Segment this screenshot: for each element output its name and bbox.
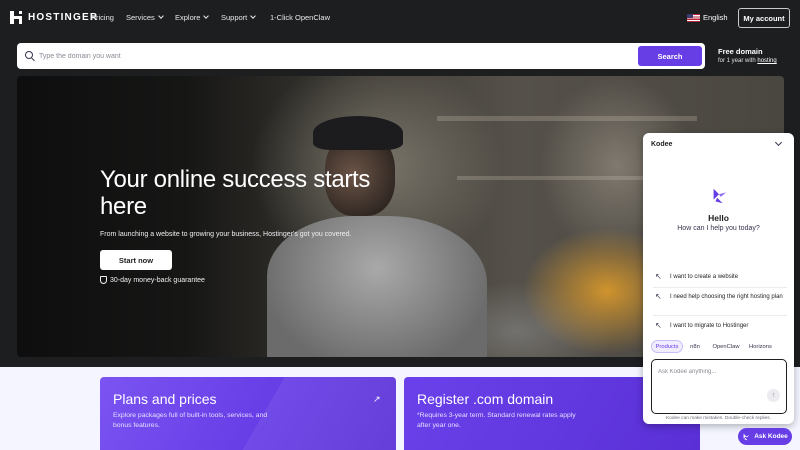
suggestion-create-website[interactable]: ↖ I want to create a website <box>653 272 787 282</box>
nav-item-label: 1-Click OpenClaw <box>270 13 331 22</box>
hostinger-logo-icon <box>10 11 22 24</box>
arrow-up-left-icon: ↖ <box>655 292 662 301</box>
chat-input[interactable] <box>658 366 768 378</box>
nav-item-label: Support <box>221 13 248 22</box>
chevron-down-icon[interactable] <box>774 138 783 147</box>
nav-item-services[interactable]: Services <box>126 13 164 22</box>
chip-n8n[interactable]: n8n <box>687 340 703 353</box>
send-button[interactable]: ↑ <box>767 389 780 402</box>
arrow-up-right-icon: ↗ <box>373 394 381 404</box>
ask-kodee-label: Ask Kodee <box>754 433 788 440</box>
hero-title: Your online success starts here <box>100 166 371 220</box>
card-text: *Requires 3-year term. Standard renewal … <box>417 412 576 429</box>
logo-wordmark: HOSTINGER <box>28 12 99 23</box>
language-label: English <box>703 13 728 22</box>
hostinger-logo[interactable]: HOSTINGER <box>10 11 98 24</box>
chat-question: How can I help you today? <box>677 225 760 232</box>
domain-search-input[interactable] <box>39 49 629 63</box>
kodee-chat-panel: Kodee Hello How can I help you today? ↖ … <box>643 133 794 424</box>
suggestion-choose-hosting[interactable]: ↖ I need help choosing the right hosting… <box>653 292 787 302</box>
suggestion-label: I need help choosing the right hosting p… <box>670 294 783 300</box>
chip-products[interactable]: Products <box>651 340 683 353</box>
chevron-down-icon <box>157 13 164 19</box>
card-title: Plans and prices <box>113 391 217 407</box>
suggestion-label: I want to create a website <box>670 274 739 280</box>
my-account-button[interactable]: My account <box>738 8 790 28</box>
hero-background-shelf <box>437 116 697 121</box>
hero-subtitle: From launching a website to growing your… <box>100 231 352 238</box>
free-domain-title: Free domain <box>718 47 763 56</box>
chevron-down-icon <box>203 13 210 19</box>
language-selector[interactable]: English <box>687 13 728 22</box>
search-icon <box>25 51 33 59</box>
guarantee-text: 30-day money-back guarantee <box>110 276 205 284</box>
search-button[interactable]: Search <box>638 46 702 66</box>
free-domain-text: for 1 year with hosting <box>718 58 777 64</box>
nav-item-pricing[interactable]: Pricing <box>91 13 114 22</box>
plans-and-prices-card[interactable]: Plans and prices Explore packages full o… <box>100 377 396 450</box>
chip-openclaw[interactable]: OpenClaw <box>709 340 743 353</box>
kodee-logo-icon <box>743 433 750 440</box>
divider <box>653 315 787 316</box>
chat-greeting: Hello <box>708 213 729 223</box>
suggestion-migrate[interactable]: ↖ I want to migrate to Hostinger <box>653 321 787 331</box>
nav-item-label: Services <box>126 13 155 22</box>
free-domain-desc: for 1 year with <box>718 58 756 64</box>
nav-item-openclaw[interactable]: 1-Click OpenClaw <box>270 13 330 22</box>
hero-person-cap <box>313 116 403 150</box>
shield-icon <box>100 276 107 284</box>
chat-disclaimer: Kodee can make mistakes. Double-check re… <box>665 416 772 421</box>
kodee-logo-icon <box>713 188 727 204</box>
suggestion-label: I want to migrate to Hostinger <box>670 323 749 329</box>
us-flag-icon <box>687 13 700 22</box>
nav-item-label: Explore <box>175 13 201 22</box>
arrow-up-left-icon: ↖ <box>655 272 662 281</box>
hosting-link[interactable]: hosting <box>757 58 776 64</box>
start-now-button[interactable]: Start now <box>100 250 172 270</box>
chat-title: Kodee <box>651 141 673 148</box>
money-back-guarantee: 30-day money-back guarantee <box>100 276 205 284</box>
chevron-down-icon <box>250 13 257 19</box>
nav-item-explore[interactable]: Explore <box>175 13 210 22</box>
nav-item-support[interactable]: Support <box>221 13 257 22</box>
divider <box>653 287 787 288</box>
card-text: Explore packages full of built-in tools,… <box>113 412 268 429</box>
card-title: Register .com domain <box>417 391 554 407</box>
arrow-up-left-icon: ↖ <box>655 321 662 330</box>
nav-item-label: Pricing <box>91 13 114 22</box>
chat-input-box: ↑ <box>651 359 787 414</box>
ask-kodee-button[interactable]: Ask Kodee <box>738 428 792 445</box>
top-navigation: HOSTINGER Pricing Services Explore Suppo… <box>0 0 800 36</box>
chip-horizons[interactable]: Horizons <box>749 340 777 353</box>
domain-search-bar: Search <box>17 43 705 69</box>
arrow-up-icon: ↑ <box>771 392 776 399</box>
